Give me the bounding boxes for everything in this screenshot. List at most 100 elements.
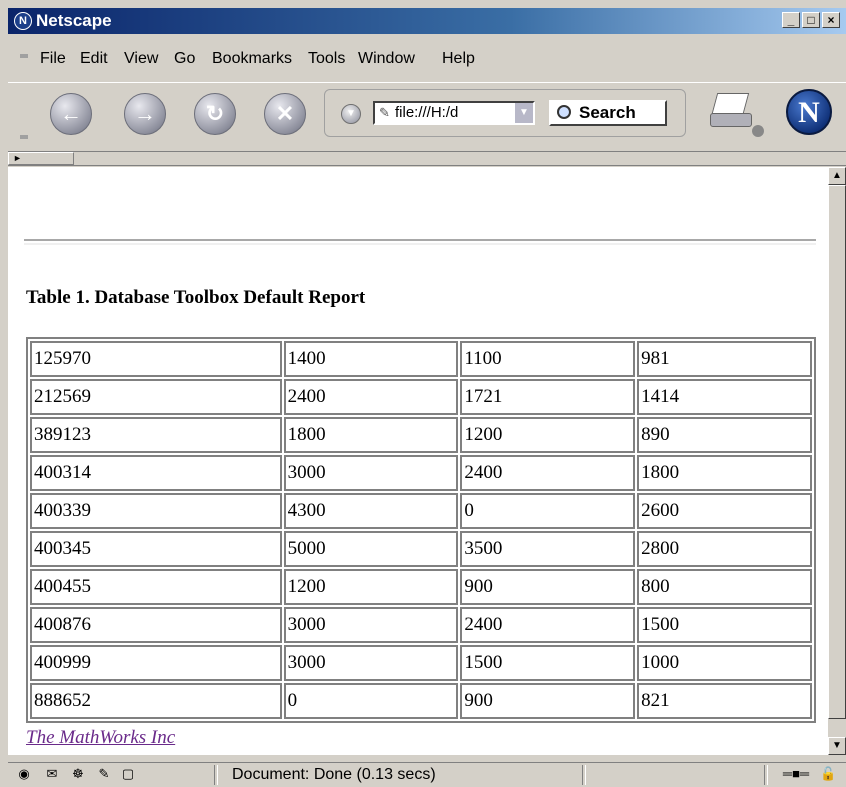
url-text: file:///H:/d xyxy=(395,104,459,121)
table-caption: Table 1. Database Toolbox Default Report xyxy=(26,287,366,308)
reload-icon[interactable]: ↻ xyxy=(194,93,236,135)
table-cell: 890 xyxy=(637,417,812,453)
table-cell: 900 xyxy=(460,569,636,605)
menubar-grip[interactable] xyxy=(20,54,28,58)
search-icon xyxy=(557,105,571,119)
window-title: Netscape xyxy=(36,11,112,30)
table-cell: 2800 xyxy=(637,531,812,567)
vertical-scrollbar[interactable]: ▲ ▼ xyxy=(828,167,846,755)
page-content: Table 1. Database Toolbox Default Report… xyxy=(8,167,828,755)
sidebar-toggle-icon[interactable]: ► xyxy=(8,152,74,165)
status-separator xyxy=(764,765,768,785)
table-row: 400339 4300 0 2600 xyxy=(30,493,812,529)
minimize-button[interactable]: _ xyxy=(782,12,800,28)
table-cell: 400999 xyxy=(30,645,282,681)
table-row: 400345 5000 3500 2800 xyxy=(30,531,812,567)
table-cell: 1500 xyxy=(460,645,636,681)
table-cell: 2600 xyxy=(637,493,812,529)
table-row: 888652 0 900 821 xyxy=(30,683,812,719)
table-cell: 3000 xyxy=(283,645,459,681)
netscape-status-icon[interactable]: ◉ xyxy=(16,767,32,781)
report-table: 125970 1400 1100 981 212569 2400 1721 1414 38912… xyxy=(26,337,816,723)
table-cell: 1100 xyxy=(460,341,636,377)
menu-go[interactable]: Go xyxy=(174,50,195,68)
table-row: 212569 2400 1721 1414 xyxy=(30,379,812,415)
table-cell: 212569 xyxy=(30,379,282,415)
table-cell: 800 xyxy=(637,569,812,605)
table-cell: 1800 xyxy=(283,417,459,453)
address-book-icon[interactable]: ▢ xyxy=(120,767,136,781)
table-cell: 2400 xyxy=(460,455,636,491)
status-bar: ◉ ✉ ☸ ✎ ▢ Document: Done (0.13 secs) ═■═… xyxy=(8,762,846,787)
table-cell: 888652 xyxy=(30,683,282,719)
toolbar-grip[interactable] xyxy=(20,135,28,139)
table-cell: 400345 xyxy=(30,531,282,567)
table-cell: 5000 xyxy=(283,531,459,567)
composer-icon[interactable]: ✎ xyxy=(96,767,112,781)
table-cell: 1000 xyxy=(637,645,812,681)
menu-view[interactable]: View xyxy=(124,50,158,68)
scroll-thumb[interactable] xyxy=(828,185,846,719)
back-arrow-icon[interactable]: ← xyxy=(50,93,92,135)
horizontal-rule xyxy=(24,239,816,245)
status-separator xyxy=(214,765,218,785)
table-cell: 400314 xyxy=(30,455,282,491)
instant-messenger-icon[interactable]: ☸ xyxy=(70,767,86,781)
table-cell: 900 xyxy=(460,683,636,719)
table-cell: 1800 xyxy=(637,455,812,491)
table-cell: 1500 xyxy=(637,607,812,643)
table-row: 125970 1400 1100 981 xyxy=(30,341,812,377)
url-input[interactable]: ✎ file:///H:/d ▼ xyxy=(373,101,535,125)
table-cell: 2400 xyxy=(283,379,459,415)
menu-window[interactable]: Window xyxy=(358,50,415,68)
table-row: 400876 3000 2400 1500 xyxy=(30,607,812,643)
table-cell: 389123 xyxy=(30,417,282,453)
table-cell: 4300 xyxy=(283,493,459,529)
table-row: 400314 3000 2400 1800 xyxy=(30,455,812,491)
table-cell: 3000 xyxy=(283,455,459,491)
window-controls: _ □ × xyxy=(782,12,840,28)
mail-icon[interactable]: ✉ xyxy=(44,767,60,781)
menu-help[interactable]: Help xyxy=(442,50,475,68)
table-cell: 821 xyxy=(637,683,812,719)
table-cell: 1721 xyxy=(460,379,636,415)
table-cell: 2400 xyxy=(460,607,636,643)
menu-bar: File Edit View Go Bookmarks Tools Window… xyxy=(8,34,846,80)
mathworks-link[interactable]: The MathWorks Inc xyxy=(26,727,175,749)
status-text: Document: Done (0.13 secs) xyxy=(232,766,436,783)
security-lock-icon[interactable]: 🔓 xyxy=(820,767,836,781)
title-bar: N Netscape _ □ × xyxy=(8,8,846,34)
menu-bookmarks[interactable]: Bookmarks xyxy=(212,50,292,68)
forward-arrow-icon[interactable]: → xyxy=(124,93,166,135)
stop-icon[interactable]: ✕ xyxy=(264,93,306,135)
menu-file[interactable]: File xyxy=(40,50,66,68)
close-button[interactable]: × xyxy=(822,12,840,28)
scroll-up-icon[interactable]: ▲ xyxy=(828,167,846,185)
table-cell: 0 xyxy=(283,683,459,719)
table-cell: 400455 xyxy=(30,569,282,605)
menu-tools[interactable]: Tools xyxy=(308,50,345,68)
table-cell: 125970 xyxy=(30,341,282,377)
netscape-n-logo-icon[interactable]: N xyxy=(786,89,832,135)
search-button[interactable]: Search xyxy=(549,100,667,126)
page-proxy-icon: ✎ xyxy=(379,105,390,120)
maximize-button[interactable]: □ xyxy=(802,12,820,28)
table-row: 400455 1200 900 800 xyxy=(30,569,812,605)
status-separator xyxy=(582,765,586,785)
print-icon[interactable] xyxy=(708,91,764,137)
table-cell: 1200 xyxy=(460,417,636,453)
table-cell: 981 xyxy=(637,341,812,377)
table-row: 389123 1800 1200 890 xyxy=(30,417,812,453)
menu-edit[interactable]: Edit xyxy=(80,50,108,68)
url-history-dropdown-icon[interactable]: ▼ xyxy=(515,103,533,123)
table-cell: 3500 xyxy=(460,531,636,567)
table-cell: 1414 xyxy=(637,379,812,415)
scroll-down-icon[interactable]: ▼ xyxy=(828,737,846,755)
table-cell: 3000 xyxy=(283,607,459,643)
url-bar-group: ▼ ✎ file:///H:/d ▼ Search xyxy=(324,89,686,137)
table-cell: 0 xyxy=(460,493,636,529)
search-label: Search xyxy=(579,103,636,122)
navigation-toolbar: ← → ↻ ✕ ▼ ✎ file:///H:/d ▼ Search N xyxy=(8,82,846,152)
location-dropdown-icon[interactable]: ▼ xyxy=(341,104,361,124)
table-cell: 400876 xyxy=(30,607,282,643)
